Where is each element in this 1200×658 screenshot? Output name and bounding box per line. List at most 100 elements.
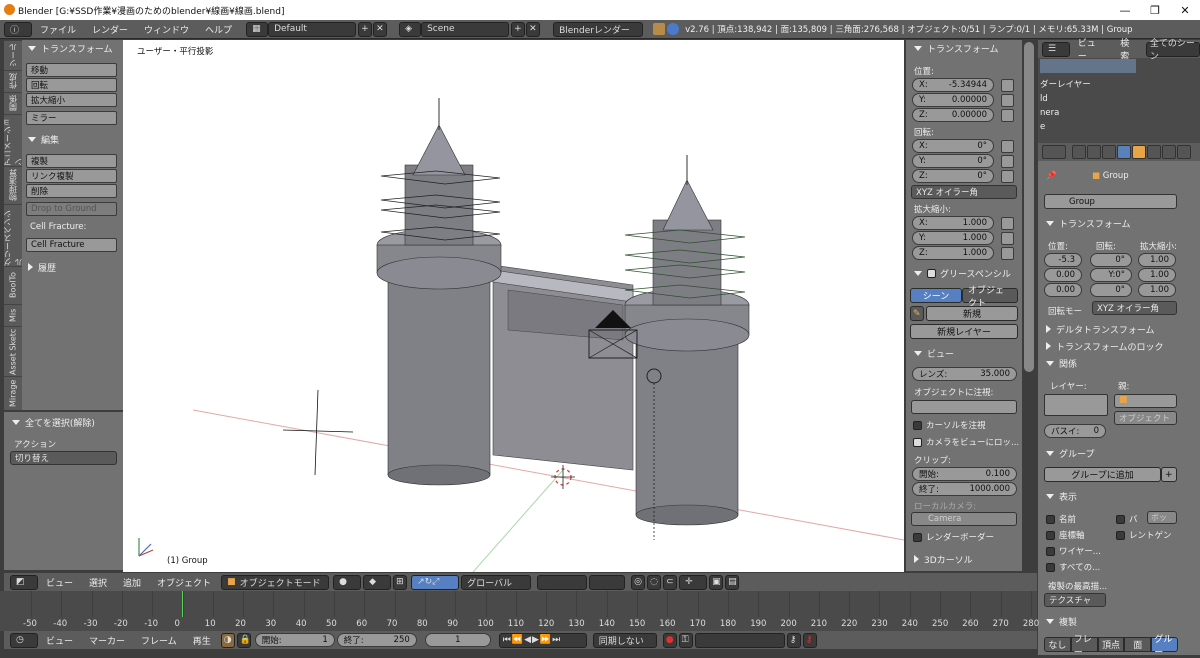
lens-field[interactable]: レンズ: 35.000 [912, 367, 1017, 381]
lock-camera-checkbox[interactable]: カメラをビューにロッ... [913, 436, 1019, 448]
lock-icon[interactable] [1001, 170, 1014, 183]
proportional-edit-icon[interactable]: ◌ [647, 574, 662, 590]
maximize-button[interactable]: ❐ [1140, 0, 1170, 20]
start-frame-field[interactable]: 開始: 1 [254, 633, 335, 647]
outliner-editor-icon[interactable]: ☰ [1042, 41, 1070, 57]
outliner-row[interactable]: nera [1040, 108, 1059, 118]
tab-animation[interactable]: アニメーション [3, 114, 23, 166]
n-panel-scrollbar[interactable] [1024, 42, 1034, 372]
local-camera-field[interactable]: Camera [911, 512, 1017, 526]
clip-start-field[interactable]: 開始: 0.100 [912, 467, 1017, 481]
lock-cursor-checkbox[interactable]: カーソルを注視 [913, 419, 986, 431]
outliner-row[interactable]: ld [1040, 94, 1048, 104]
physics-tab-icon[interactable] [1177, 145, 1191, 159]
editor-type-icon[interactable]: ⓘ [4, 21, 32, 37]
pin-icon[interactable]: 📌 [1046, 171, 1057, 181]
mirror-button[interactable]: ミラー [26, 111, 117, 125]
timeline-playback-menu[interactable]: 再生 [185, 634, 219, 647]
add-layout-icon[interactable]: + [358, 21, 373, 37]
edit-panel-header[interactable]: 編集 [22, 132, 122, 146]
display-header[interactable]: 表示 [1040, 489, 1198, 503]
pass-index-field[interactable]: パスイ: 0 [1044, 424, 1106, 438]
lock-icon[interactable] [1001, 217, 1014, 230]
scale-y-field[interactable]: Y: 1.000 [912, 231, 994, 245]
rotate-button[interactable]: 回転 [26, 78, 117, 92]
layer-grid[interactable] [1044, 394, 1108, 416]
tab-relations[interactable]: 関係 [4, 92, 22, 114]
lock-object-field[interactable] [911, 400, 1017, 414]
end-frame-field[interactable]: 終了: 250 [336, 633, 417, 647]
props-scl-y[interactable]: 1.00 [1138, 268, 1176, 282]
rotation-z-field[interactable]: Z: 0° [912, 169, 994, 183]
add-group-icon[interactable]: + [1161, 467, 1177, 482]
sync-select[interactable]: 同期しない [592, 632, 657, 648]
lock-layers-icon[interactable]: ◎ [631, 574, 646, 590]
lock-icon[interactable] [1001, 109, 1014, 122]
operator-panel-header[interactable]: 全てを選択(解除) [6, 415, 121, 429]
outliner-display-select[interactable]: 全てのシーン [1145, 39, 1200, 62]
menu-add[interactable]: 追加 [115, 576, 149, 589]
timeline-view-menu[interactable]: ビュー [38, 634, 81, 647]
wire-checkbox[interactable]: ワイヤー... [1046, 545, 1101, 557]
layout-icon[interactable]: ▦ [246, 21, 269, 37]
menu-window[interactable]: ウィンドウ [136, 23, 197, 36]
groups-header[interactable]: グループ [1040, 446, 1198, 460]
props-rot-x[interactable]: 0° [1090, 253, 1132, 267]
scene-icon[interactable]: ◈ [399, 21, 422, 37]
keying-icon[interactable]: ⚿ [678, 632, 693, 648]
dup-none-tab[interactable]: なし [1044, 637, 1071, 652]
timeline[interactable]: -50 -40 -30 -20 -10 0 10 20 30 40 50 60 70 80 90 100 110… [0, 591, 1039, 631]
lock-icon[interactable] [1001, 247, 1014, 260]
link-duplicate-button[interactable]: リンク複製 [26, 169, 117, 183]
object-tab-icon[interactable] [1132, 145, 1146, 159]
dup-faces-tab[interactable]: 面 [1124, 637, 1152, 652]
add-to-group-button[interactable]: グループに追加 [1044, 467, 1161, 482]
lock-range-icon[interactable]: 🔒 [236, 632, 251, 648]
menu-view[interactable]: ビュー [38, 576, 81, 589]
gp-scene-button[interactable]: シーン [910, 288, 962, 303]
view-panel-header[interactable]: ビュー [908, 346, 1020, 360]
bounds-type-select[interactable]: ボッ [1147, 511, 1177, 524]
tab-grease-pencil[interactable]: グリースペンシル [3, 204, 23, 266]
timeline-marker-menu[interactable]: マーカー [81, 634, 133, 647]
bounds-checkbox[interactable]: バ [1116, 513, 1138, 525]
axis-checkbox[interactable]: 座標軸 [1046, 529, 1085, 541]
xray-checkbox[interactable]: レントゲン [1116, 529, 1172, 541]
action-select[interactable]: 切り替え [10, 451, 117, 465]
layer-buttons-1[interactable] [537, 574, 588, 590]
props-loc-z[interactable]: 0.00 [1044, 283, 1082, 297]
lock-icon[interactable] [1001, 140, 1014, 153]
keying-set-field[interactable] [694, 632, 785, 648]
outliner-row[interactable]: e [1040, 122, 1045, 132]
3d-cursor-header[interactable]: 3Dカーソル [908, 552, 1020, 566]
drop-to-ground-button[interactable]: Drop to Ground [26, 202, 117, 216]
parent-type-select[interactable]: オブジェクト [1114, 411, 1177, 425]
object-name-field[interactable]: Group [1044, 194, 1177, 209]
lock-icon[interactable] [1001, 155, 1014, 168]
n-transform-header[interactable]: トランスフォーム [908, 41, 1020, 55]
props-rot-z[interactable]: 0° [1090, 283, 1132, 297]
parent-field[interactable]: ■ [1114, 394, 1177, 408]
manipulator-icon[interactable]: ⊞ [393, 574, 408, 590]
duplicate-button[interactable]: 複製 [26, 154, 117, 168]
record-icon[interactable]: ● [662, 632, 677, 648]
dup-frames-tab[interactable]: フレー [1070, 635, 1098, 658]
current-frame-field[interactable]: 1 [424, 633, 491, 647]
tab-mirage[interactable]: Mirage [4, 376, 22, 410]
close-button[interactable]: ✕ [1170, 0, 1200, 20]
playback-controls[interactable]: ⏮⏪◀▶⏩⏭ [498, 632, 587, 648]
minimize-button[interactable]: — [1110, 0, 1140, 20]
duplication-header[interactable]: 複製 [1040, 614, 1198, 628]
remove-scene-icon[interactable]: ✕ [526, 21, 541, 37]
3d-editor-icon[interactable]: ◩ [10, 574, 38, 590]
rotation-x-field[interactable]: X: 0° [912, 139, 994, 153]
props-rot-mode-select[interactable]: XYZ オイラー角 [1092, 301, 1177, 315]
menu-render[interactable]: レンダー [84, 23, 136, 36]
opengl-render-icon[interactable]: ▣ [709, 574, 724, 590]
tab-physics[interactable]: 物理演算 [4, 166, 22, 204]
layer-buttons-2[interactable] [589, 574, 626, 590]
gp-new-layer-button[interactable]: 新規レイヤー [910, 324, 1018, 339]
lock-icon[interactable] [1001, 94, 1014, 107]
transform-panel-header[interactable]: トランスフォーム [22, 41, 122, 55]
outliner-row[interactable]: ダーレイヤー [1040, 78, 1091, 90]
